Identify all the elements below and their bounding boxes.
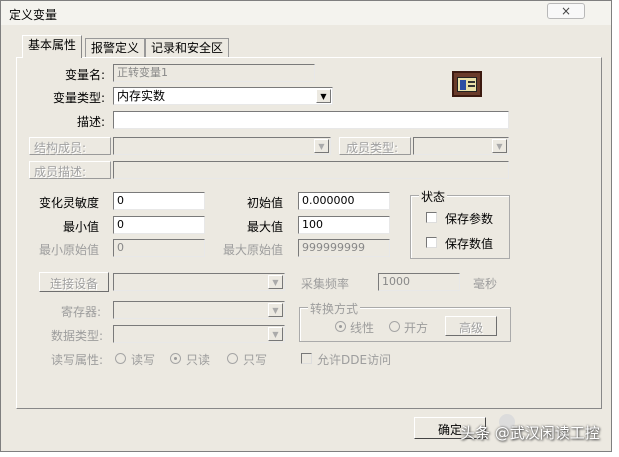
- convert-linear-label: 线性: [350, 321, 375, 335]
- register-select[interactable]: ▼: [113, 301, 285, 319]
- rw-writeonly-radio[interactable]: [227, 353, 238, 364]
- tab-basic-properties[interactable]: 基本属性: [22, 35, 83, 58]
- member-type-label: 成员类型:: [346, 141, 399, 155]
- var-name-label: 变量名:: [65, 68, 106, 82]
- var-name-field[interactable]: 正转变量1: [113, 64, 315, 82]
- member-desc-frame: 成员描述:: [29, 161, 111, 179]
- watermark-text: 头条 @武汉闲读工控: [460, 424, 600, 442]
- connect-device-select[interactable]: ▼: [113, 273, 285, 291]
- tab-record-and-security[interactable]: 记录和安全区: [145, 38, 230, 57]
- connect-device-label: 连接设备: [49, 277, 98, 291]
- rw-readonly-radio[interactable]: [170, 353, 181, 364]
- chevron-down-icon: ▼: [314, 139, 329, 153]
- sensitivity-label: 变化灵敏度: [39, 196, 100, 210]
- min-raw-input[interactable]: 0: [113, 239, 205, 257]
- sample-freq-unit: 毫秒: [473, 277, 498, 291]
- initial-value-input[interactable]: 0.000000: [298, 192, 390, 210]
- var-type-select[interactable]: 内存实数 ▼: [113, 87, 333, 105]
- rw-readwrite-radio[interactable]: [115, 353, 126, 364]
- convert-group-title: 转换方式: [308, 300, 361, 317]
- register-label: 寄存器:: [61, 305, 102, 319]
- tab-alarm-definition[interactable]: 报警定义: [85, 38, 146, 57]
- dialog-title: 定义变量: [9, 8, 58, 22]
- member-desc-label: 成员描述:: [34, 165, 87, 179]
- data-type-label: 数据类型:: [51, 329, 104, 343]
- chevron-down-icon: ▼: [316, 89, 331, 103]
- rw-readwrite-label: 读写: [131, 353, 156, 367]
- chevron-down-icon: ▼: [268, 303, 283, 317]
- rw-writeonly-label: 只写: [243, 353, 268, 367]
- struct-member-select[interactable]: ▼: [113, 137, 331, 155]
- close-button[interactable]: ×: [547, 3, 585, 19]
- max-value-label: 最大值: [247, 220, 284, 234]
- rw-readonly-label: 只读: [186, 353, 211, 367]
- convert-sqrt-radio[interactable]: [389, 321, 400, 332]
- convert-linear-radio[interactable]: [335, 321, 346, 332]
- sample-freq-input[interactable]: 1000: [378, 273, 460, 291]
- save-value-label: 保存数值: [445, 237, 494, 251]
- save-params-checkbox[interactable]: [426, 212, 437, 223]
- data-type-select[interactable]: ▼: [113, 325, 285, 343]
- max-raw-label: 最大原始值: [223, 243, 284, 257]
- dde-label: 允许DDE访问: [317, 353, 392, 367]
- initial-value-label: 初始值: [247, 196, 284, 210]
- member-type-frame: 成员类型:: [339, 137, 411, 155]
- var-type-label: 变量类型:: [53, 91, 106, 105]
- convert-sqrt-label: 开方: [404, 321, 429, 335]
- struct-member-frame: 结构成员:: [29, 137, 111, 155]
- member-type-select[interactable]: ▼: [413, 137, 509, 155]
- state-group-title: 状态: [419, 188, 448, 205]
- connect-device-button[interactable]: 连接设备: [39, 272, 109, 292]
- chevron-down-icon: ▼: [268, 275, 283, 289]
- max-value-input[interactable]: 100: [298, 216, 390, 234]
- sensitivity-input[interactable]: 0: [113, 192, 205, 210]
- min-raw-label: 最小原始值: [39, 243, 100, 257]
- rw-label: 读写属性:: [51, 353, 104, 367]
- define-variable-dialog: 定义变量 × 基本属性 报警定义 记录和安全区 变量名: 正转变量1 变量类型:…: [0, 0, 612, 452]
- variable-browser-icon[interactable]: [452, 71, 482, 97]
- struct-member-label: 结构成员:: [34, 141, 87, 155]
- var-type-value: 内存实数: [117, 89, 166, 103]
- save-value-checkbox[interactable]: [426, 237, 437, 248]
- max-raw-input[interactable]: 999999999: [298, 239, 390, 257]
- advanced-label: 高级: [458, 321, 483, 335]
- chevron-down-icon: ▼: [492, 139, 507, 153]
- advanced-button[interactable]: 高级: [445, 316, 497, 336]
- description-input[interactable]: [113, 111, 509, 129]
- dde-checkbox[interactable]: [301, 353, 312, 364]
- member-desc-field[interactable]: [113, 161, 509, 179]
- title-bar: 定义变量 ×: [1, 1, 611, 25]
- chevron-down-icon: ▼: [268, 327, 283, 341]
- save-params-label: 保存参数: [445, 212, 494, 226]
- min-value-label: 最小值: [63, 220, 100, 234]
- description-label: 描述:: [77, 115, 106, 129]
- min-value-input[interactable]: 0: [113, 216, 205, 234]
- sample-freq-label: 采集频率: [301, 277, 350, 291]
